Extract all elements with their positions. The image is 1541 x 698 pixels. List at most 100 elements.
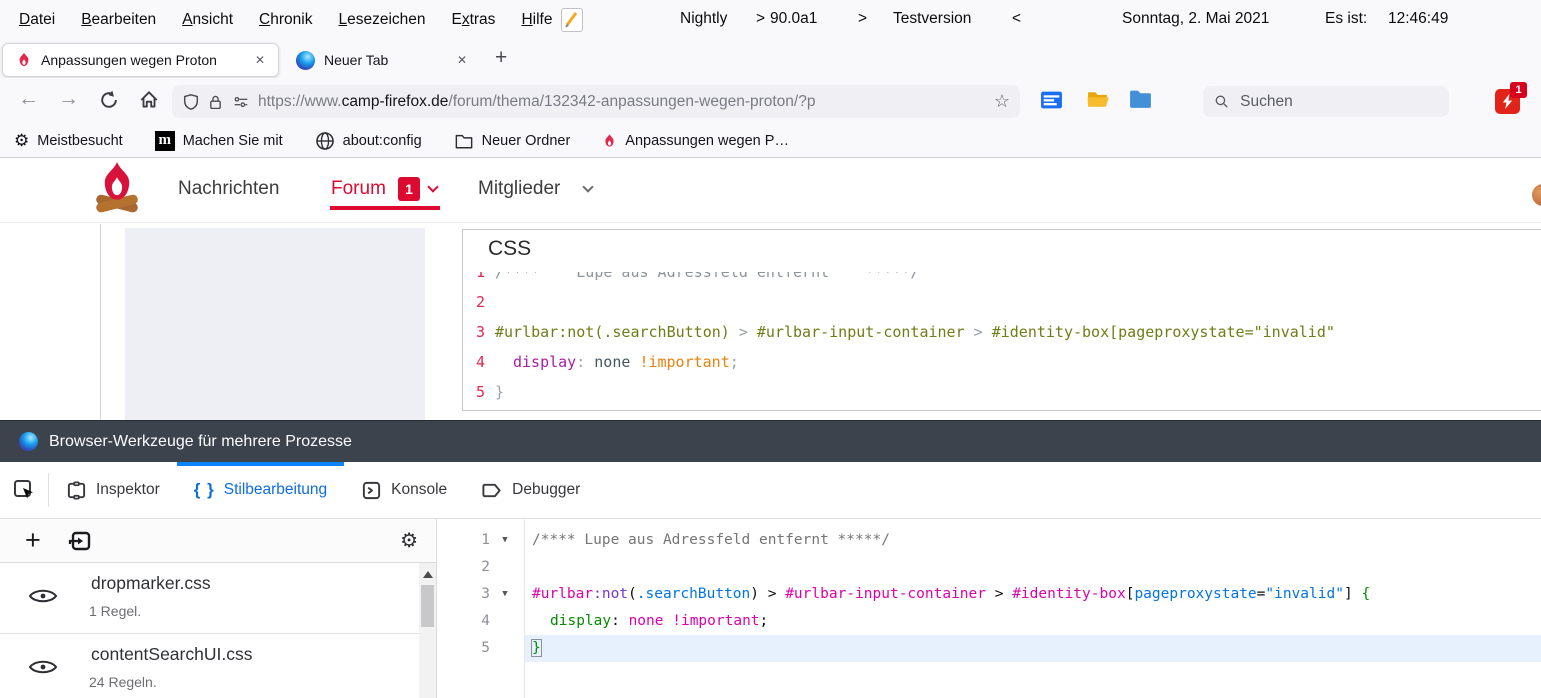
lock-icon[interactable]	[207, 93, 224, 111]
menu-ansicht[interactable]: Ansicht	[169, 11, 246, 29]
code-token: none	[594, 353, 630, 371]
tab-inspektor[interactable]: Inspektor	[49, 462, 177, 518]
menu-label: esezeichen	[347, 11, 425, 28]
url-bar[interactable]: https://www.camp-firefox.de/forum/thema/…	[172, 85, 1020, 118]
back-button[interactable]: ←	[18, 87, 39, 111]
stylesheet-item-contentsearchui[interactable]: contentSearchUI.css 24 Regeln.	[0, 634, 419, 698]
url-scheme: https://www.	[258, 93, 342, 110]
tab-debugger[interactable]: Debugger	[464, 462, 597, 518]
new-stylesheet-button[interactable]: +	[25, 527, 41, 554]
reload-button[interactable]	[98, 89, 120, 111]
m-logo-icon: m	[155, 131, 175, 151]
home-icon	[138, 89, 160, 111]
search-bar[interactable]	[1203, 86, 1449, 117]
chevron-down-icon[interactable]	[582, 181, 593, 192]
notes-addon-icon[interactable]	[561, 8, 583, 32]
bookmark-neuer-ordner[interactable]: Neuer Ordner	[454, 132, 571, 150]
nav-nachrichten[interactable]: Nachrichten	[178, 178, 279, 200]
code-token: >	[986, 586, 1012, 602]
sidebar-scrollbar[interactable]	[419, 563, 436, 698]
line-number: 5	[469, 377, 485, 407]
styleeditor-toolbar: + ⚙	[0, 519, 436, 563]
status-separator: >	[858, 10, 867, 28]
code-line: 3#urlbar:not(.searchButton) > #urlbar-in…	[463, 317, 1541, 347]
nav-mitglieder[interactable]: Mitglieder	[478, 178, 560, 200]
code-token: display	[513, 353, 576, 371]
bookmark-meistbesucht[interactable]: ⚙Meistbesucht	[14, 131, 123, 151]
bookmark-star-icon[interactable]: ☆	[994, 91, 1010, 112]
code-token: ]	[1344, 586, 1361, 602]
code-tokens: display: none !important;	[495, 347, 739, 377]
shield-icon[interactable]	[182, 93, 200, 111]
menu-chronik[interactable]: Chronik	[246, 11, 325, 29]
forward-button[interactable]: →	[58, 87, 79, 111]
import-stylesheet-button[interactable]	[67, 528, 93, 554]
code-token: "invalid"	[1265, 586, 1344, 602]
editor-line[interactable]	[525, 554, 1541, 581]
gutter-row: 3▼	[438, 581, 524, 608]
menu-lesezeichen[interactable]: Lesezeichen	[325, 11, 438, 29]
search-icon	[1214, 93, 1229, 110]
scrollbar-thumb[interactable]	[421, 585, 434, 627]
scroll-up-arrow[interactable]	[423, 571, 433, 578]
url-text[interactable]: https://www.camp-firefox.de/forum/thema/…	[258, 93, 985, 111]
tab-title-text: Neuer Tab	[324, 52, 388, 68]
status-version: 90.0a1	[770, 10, 817, 28]
bookmark-about-config[interactable]: about:config	[315, 131, 422, 151]
permissions-icon[interactable]	[231, 93, 251, 111]
code-token: #identity-box	[1012, 586, 1126, 602]
menu-bearbeiten[interactable]: Bearbeiten	[68, 11, 169, 29]
pick-element-button[interactable]	[0, 462, 48, 518]
code-token: !important	[672, 613, 759, 629]
styleeditor-code-editor[interactable]: 1▼ 2 3▼ 4 5 /**** Lupe aus Adressfeld en…	[438, 519, 1541, 698]
tab-anpassungen-wegen-proton[interactable]: Anpassungen wegen Proton ✕	[2, 43, 279, 77]
chevron-down-icon[interactable]	[427, 181, 438, 192]
editor-line-active[interactable]: }	[525, 635, 1541, 662]
bookmark-label: Anpassungen wegen P…	[625, 133, 789, 149]
line-number: 4	[438, 608, 490, 635]
stylesheet-item-dropmarker[interactable]: dropmarker.css 1 Regel.	[0, 563, 419, 634]
open-folder-button[interactable]	[1086, 88, 1111, 111]
editor-line[interactable]: display: none !important;	[525, 608, 1541, 635]
code-token: #identity-box[pageproxystate="invalid"	[992, 323, 1335, 341]
code-line: 1/**** Lupe aus Adressfeld entfernt ****…	[463, 272, 1541, 287]
menu-extras[interactable]: Extras	[439, 11, 509, 29]
nav-forum[interactable]: Forum	[331, 178, 386, 200]
code-token: >	[730, 323, 757, 341]
code-token: }	[495, 377, 504, 407]
search-input[interactable]	[1238, 92, 1438, 112]
fade-overlay	[951, 93, 985, 111]
editor-line[interactable]: #urlbar:not(.searchButton) > #urlbar-inp…	[525, 581, 1541, 608]
tab-konsole[interactable]: Konsole	[344, 462, 464, 518]
visibility-eye-icon[interactable]	[28, 585, 58, 607]
tab-stilbearbeitung[interactable]: { } Stilbearbeitung	[177, 462, 344, 518]
tab-bar: Anpassungen wegen Proton ✕ Neuer Tab ✕ +	[0, 40, 1541, 78]
user-avatar[interactable]	[1532, 184, 1541, 206]
sidebar-toggle-button[interactable]	[1040, 89, 1063, 111]
options-gear-icon[interactable]: ⚙	[400, 528, 418, 553]
tab-close-icon[interactable]: ✕	[250, 50, 270, 70]
visibility-eye-icon[interactable]	[28, 656, 58, 678]
campfire-logo[interactable]	[88, 160, 146, 220]
tab-close-icon[interactable]: ✕	[452, 50, 472, 70]
fold-arrow-icon[interactable]: ▼	[490, 581, 520, 608]
new-tab-button[interactable]: +	[489, 46, 513, 70]
bookmark-anpassungen[interactable]: Anpassungen wegen P…	[602, 133, 789, 149]
stylesheet-rule-count: 24 Regeln.	[89, 674, 157, 690]
tab-title: Anpassungen wegen Proton	[41, 52, 250, 68]
menu-datei[interactable]: Datei	[6, 11, 68, 29]
menu-hilfe[interactable]: Hilfe	[508, 11, 565, 29]
code-token: )	[750, 586, 759, 602]
tab-label: Debugger	[512, 481, 580, 499]
bookmark-machen-sie-mit[interactable]: mMachen Sie mit	[155, 131, 283, 151]
fold-arrow-icon[interactable]: ▼	[490, 527, 520, 554]
line-number: 2	[438, 554, 490, 581]
editor-code-area[interactable]: /**** Lupe aus Adressfeld entfernt *****…	[525, 527, 1541, 662]
devtools-titlebar[interactable]: Browser-Werkzeuge für mehrere Prozesse	[0, 420, 1541, 462]
editor-line[interactable]: /**** Lupe aus Adressfeld entfernt *****…	[525, 527, 1541, 554]
tab-neuer-tab[interactable]: Neuer Tab ✕	[288, 43, 480, 77]
post-sidebar-panel	[125, 228, 425, 420]
menu-label: tras	[470, 11, 496, 28]
home-button[interactable]	[138, 89, 160, 111]
folder-button[interactable]	[1128, 88, 1153, 111]
